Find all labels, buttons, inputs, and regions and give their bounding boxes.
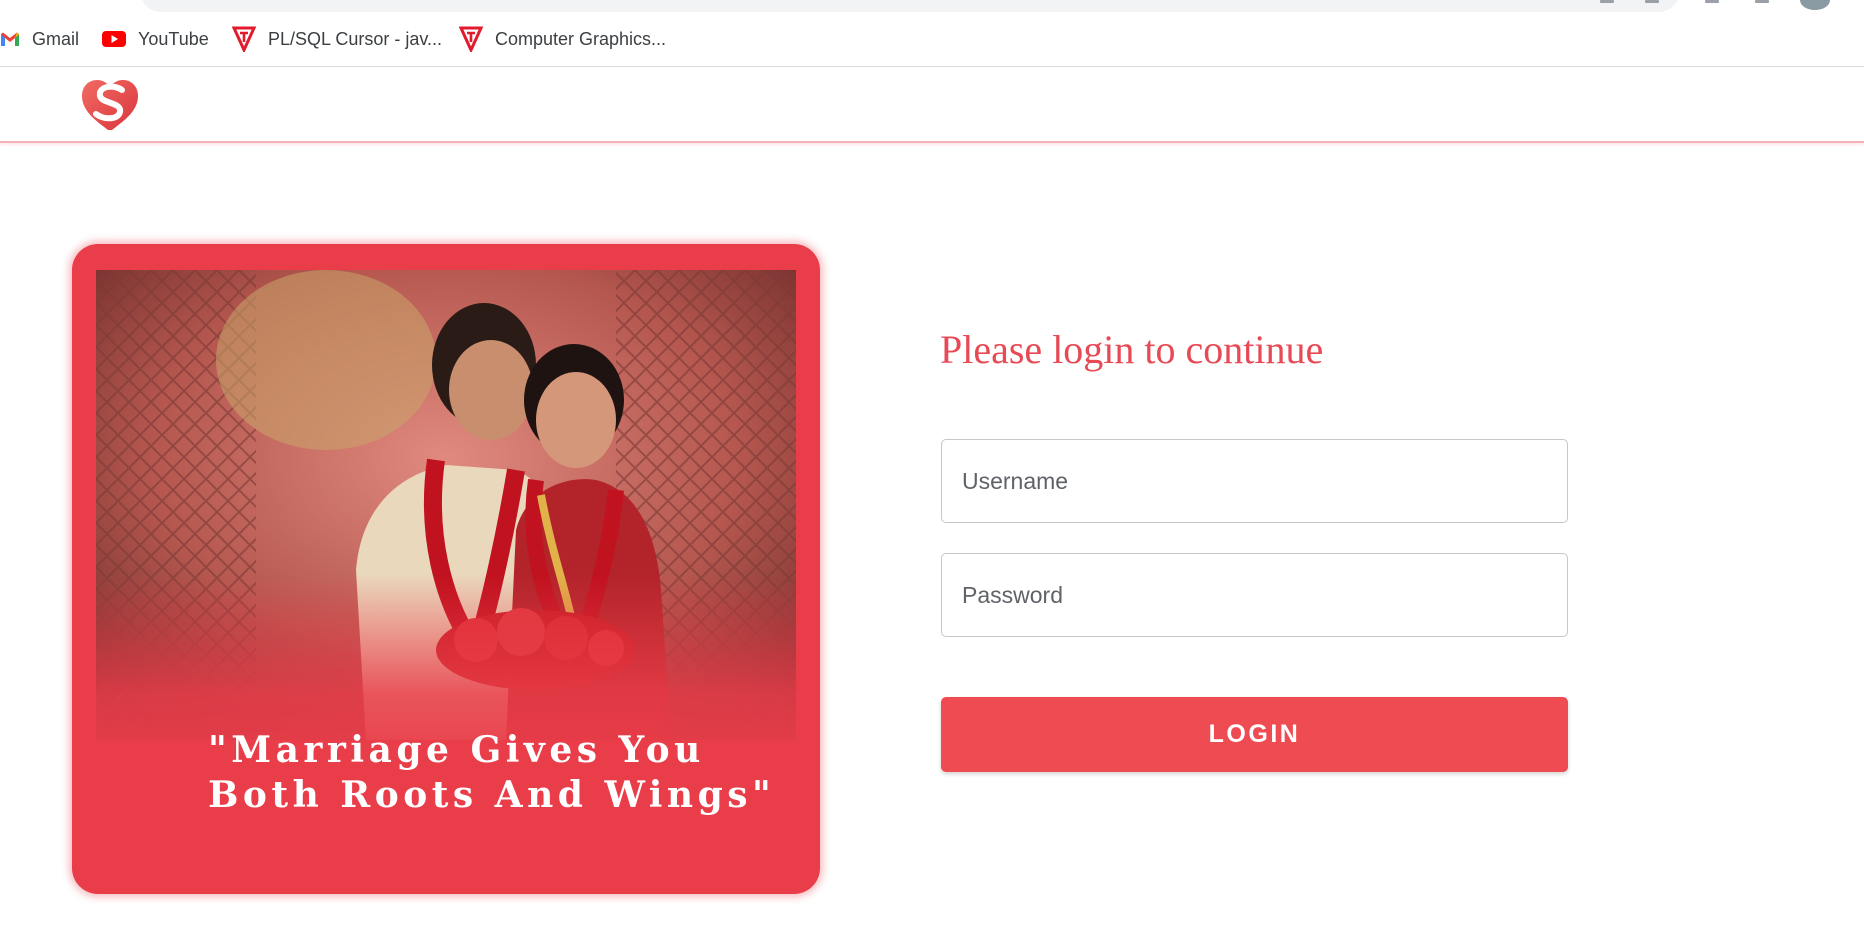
- bookmark-computer-graphics[interactable]: Computer Graphics...: [459, 26, 666, 52]
- hero-quote-line-2: Both Roots And Wings": [208, 774, 776, 816]
- login-button[interactable]: LOGIN: [941, 697, 1568, 772]
- site-header: [0, 68, 1864, 143]
- extensions-icon[interactable]: [1705, 0, 1719, 3]
- profile-avatar[interactable]: [1800, 0, 1830, 10]
- bookmark-gmail[interactable]: Gmail: [0, 26, 79, 52]
- bookmark-label: Gmail: [32, 28, 80, 49]
- browser-toolbar: [0, 0, 1864, 12]
- youtube-icon: [102, 30, 126, 48]
- hero-quote-line-1: "Marriage Gives You: [208, 729, 705, 771]
- bookmark-plsql-cursor[interactable]: PL/SQL Cursor - jav...: [232, 26, 442, 52]
- username-input[interactable]: [942, 440, 1567, 522]
- bookmarks-bar: Gmail YouTube PL/SQL Cursor - jav... Com…: [0, 12, 1864, 67]
- hero-card: "Marriage Gives You Both Roots And Wings…: [72, 244, 820, 894]
- bookmark-label: YouTube: [138, 28, 209, 49]
- username-field[interactable]: [941, 439, 1568, 523]
- bookmark-youtube[interactable]: YouTube: [102, 26, 209, 52]
- bookmark-star-icon[interactable]: [1645, 0, 1659, 3]
- hero-quote: "Marriage Gives You Both Roots And Wings…: [208, 728, 808, 818]
- heart-s-logo-icon[interactable]: [78, 78, 142, 134]
- side-panel-icon[interactable]: [1755, 0, 1769, 3]
- bookmark-label: PL/SQL Cursor - jav...: [268, 28, 443, 49]
- address-bar[interactable]: [140, 0, 1680, 12]
- gmail-icon: [0, 31, 20, 47]
- password-input[interactable]: [942, 554, 1567, 636]
- tutorialspoint-icon: [459, 26, 483, 52]
- tutorialspoint-icon: [232, 26, 256, 52]
- password-field[interactable]: [941, 553, 1568, 637]
- login-title: Please login to continue: [940, 327, 1324, 372]
- share-icon[interactable]: [1600, 0, 1614, 3]
- bookmark-label: Computer Graphics...: [495, 28, 667, 49]
